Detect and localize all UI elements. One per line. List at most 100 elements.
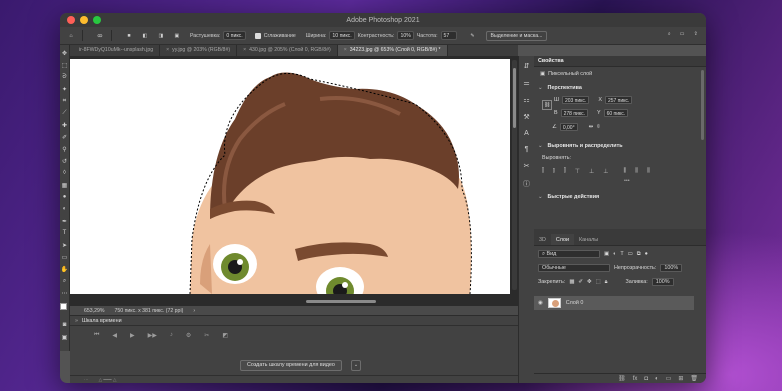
close-tab-icon[interactable]: ×: [166, 47, 169, 53]
lock-transparency-icon[interactable]: ▩: [569, 279, 574, 285]
hand-tool-icon[interactable]: ✋: [61, 265, 69, 273]
frequency-input[interactable]: 57: [440, 31, 457, 40]
align-section-header[interactable]: ⌄ Выровнять и распределить: [538, 143, 623, 149]
marquee-tool-icon[interactable]: ⬚: [61, 61, 69, 69]
zoom-tool-icon[interactable]: ⌕: [61, 277, 69, 285]
eyedropper-tool-icon[interactable]: ⟋: [61, 109, 69, 117]
blend-mode-dropdown[interactable]: Обычные: [538, 264, 610, 272]
link-layers-icon[interactable]: ⛓: [618, 375, 626, 382]
scroll-thumb[interactable]: [513, 68, 516, 128]
distribute-v-icon[interactable]: ⫼: [635, 168, 638, 175]
document-canvas[interactable]: [70, 59, 510, 294]
prev-frame-icon[interactable]: ◀: [112, 332, 117, 339]
close-window-button[interactable]: [67, 16, 75, 24]
timeline-mode-dropdown[interactable]: ⌄: [351, 360, 361, 371]
align-center-h-icon[interactable]: ⫾: [553, 168, 555, 175]
status-menu-icon[interactable]: ›: [193, 308, 195, 314]
flip-vertical-icon[interactable]: ⇳: [596, 124, 601, 130]
tab-document-1[interactable]: ir-8FWDyQ10uMk--unsplash.jpg: [70, 45, 161, 56]
play-icon[interactable]: ▶: [130, 332, 135, 339]
fill-field[interactable]: 100%: [651, 278, 674, 286]
type-tool-icon[interactable]: T: [61, 229, 69, 237]
subtract-selection-icon[interactable]: ◨: [156, 31, 166, 41]
character-icon[interactable]: A: [524, 130, 529, 137]
flip-horizontal-icon[interactable]: ⇹: [589, 124, 594, 130]
antialias-checkbox[interactable]: [254, 32, 261, 39]
layer-row[interactable]: ◉ Слой 0: [534, 296, 694, 310]
align-bottom-icon[interactable]: ⊥: [603, 168, 608, 175]
lock-all-icon[interactable]: 🔒︎: [605, 279, 608, 286]
lasso-tool-icon[interactable]: ᘐ: [61, 73, 69, 81]
path-selection-tool-icon[interactable]: ➤: [61, 241, 69, 249]
distribute-icon[interactable]: ⫼: [623, 168, 626, 175]
delete-layer-icon[interactable]: 🗑︎: [690, 375, 698, 382]
intersect-selection-icon[interactable]: ▣: [172, 31, 182, 41]
feather-input[interactable]: 0 пикс.: [223, 31, 246, 40]
add-selection-icon[interactable]: ◧: [140, 31, 150, 41]
width-input[interactable]: 10 пикс.: [329, 31, 355, 40]
pen-pressure-icon[interactable]: ✎: [468, 31, 478, 41]
distribute-spacing-icon[interactable]: ⫼: [647, 168, 650, 175]
fx-icon[interactable]: fx: [633, 376, 638, 382]
eraser-tool-icon[interactable]: ◊: [61, 169, 69, 177]
y-field[interactable]: 60 пикс.: [603, 109, 629, 117]
close-tab-icon[interactable]: ×: [243, 47, 246, 53]
crop-tool-icon[interactable]: ⌗: [61, 97, 69, 105]
transition-icon[interactable]: ◩: [222, 332, 228, 339]
adjustments-icon[interactable]: ⚌: [523, 79, 529, 87]
paragraph-icon[interactable]: ¶: [525, 146, 529, 153]
more-options-icon[interactable]: •••: [624, 178, 630, 184]
more-tools-icon[interactable]: ⋯: [61, 289, 69, 297]
maximize-window-button[interactable]: [93, 16, 101, 24]
new-layer-icon[interactable]: ⊞: [678, 375, 683, 382]
lock-artboard-icon[interactable]: ⬚: [595, 279, 600, 285]
tab-document-4[interactable]: × 34223.jpg @ 653% (Слой 0, RGB/8#) *: [337, 45, 448, 56]
adjustment-layer-icon[interactable]: ◐: [655, 376, 659, 382]
split-icon[interactable]: ✂: [204, 332, 209, 339]
new-group-icon[interactable]: ▭: [666, 375, 672, 382]
next-frame-icon[interactable]: ▶▶: [148, 332, 157, 339]
x-field[interactable]: 257 пикс.: [604, 96, 633, 104]
timeline-menu-icon[interactable]: ⋯: [84, 377, 89, 383]
opacity-field[interactable]: 100%: [660, 264, 683, 272]
healing-brush-tool-icon[interactable]: ✚: [61, 121, 69, 129]
clone-stamp-tool-icon[interactable]: ⚲: [61, 145, 69, 153]
first-frame-icon[interactable]: ⏮: [94, 332, 99, 339]
select-and-mask-button[interactable]: Выделение и маска...: [485, 30, 548, 41]
filter-pixel-icon[interactable]: ▣: [604, 251, 609, 257]
share-icon[interactable]: ⇪: [694, 31, 698, 38]
width-field[interactable]: 203 пикс.: [561, 96, 590, 104]
color-swatches[interactable]: [60, 303, 70, 313]
link-dimensions-icon[interactable]: ⛓: [542, 100, 553, 110]
tab-document-2[interactable]: × yy.jpg @ 203% (RGB/8#): [160, 45, 238, 56]
foreground-color-swatch[interactable]: [60, 303, 67, 310]
collapse-icon[interactable]: »: [75, 318, 78, 324]
zoom-level[interactable]: 653,29%: [84, 308, 104, 314]
angle-field[interactable]: 0,00°: [559, 123, 578, 131]
close-tab-icon[interactable]: ×: [344, 47, 347, 53]
create-video-timeline-button[interactable]: Создать шкалу времени для видео: [240, 360, 342, 371]
filter-toggle-icon[interactable]: ●: [645, 251, 648, 257]
new-selection-icon[interactable]: ■: [124, 31, 134, 41]
settings-icon[interactable]: ⚙: [186, 332, 191, 339]
quick-actions-section-header[interactable]: ⌄ Быстрые действия: [538, 194, 599, 200]
history-icon[interactable]: ⇵: [524, 62, 530, 70]
dodge-tool-icon[interactable]: ◐: [61, 205, 69, 213]
lasso-tool-preset-icon[interactable]: ꝏ: [95, 31, 105, 41]
align-middle-v-icon[interactable]: ⊥: [589, 168, 594, 175]
contrast-input[interactable]: 10%: [397, 31, 414, 40]
height-field[interactable]: 278 пикс.: [560, 109, 588, 117]
filter-adjustment-icon[interactable]: ◐: [613, 251, 616, 257]
horizontal-scrollbar-thumb[interactable]: [306, 300, 376, 303]
lock-pixels-icon[interactable]: ✐: [578, 279, 583, 285]
home-icon[interactable]: ⌂: [66, 31, 76, 41]
filter-smart-icon[interactable]: ⧉: [637, 251, 641, 258]
tab-3d[interactable]: 3D: [534, 234, 551, 245]
tools-icon[interactable]: ✂: [524, 162, 530, 170]
canvas-area[interactable]: [70, 56, 518, 306]
minimize-window-button[interactable]: [80, 16, 88, 24]
screen-mode-icon[interactable]: ▣: [61, 333, 69, 341]
rectangle-tool-icon[interactable]: ▭: [61, 253, 69, 261]
pen-tool-icon[interactable]: ✒: [61, 217, 69, 225]
zoom-slider-icon[interactable]: △ ━━━ △: [99, 377, 117, 383]
